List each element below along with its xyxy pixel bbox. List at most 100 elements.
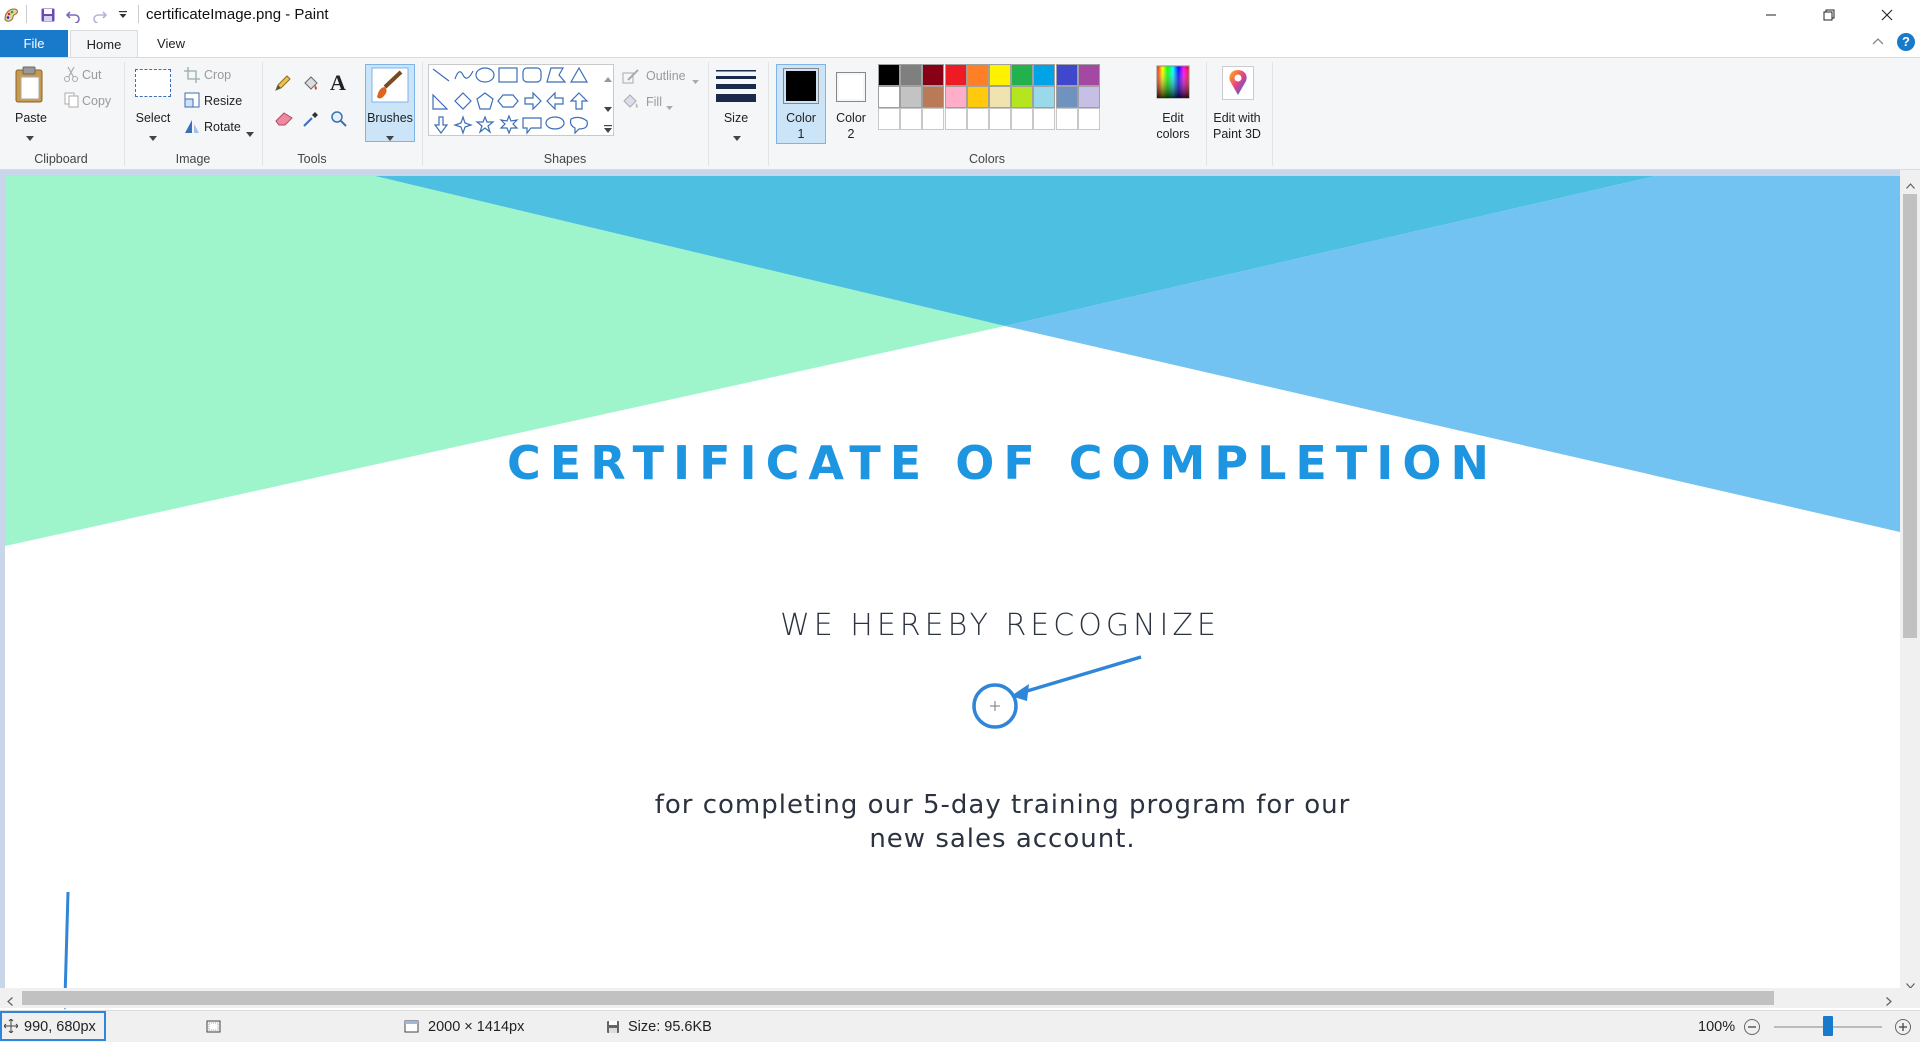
scroll-up-icon[interactable] — [1906, 176, 1915, 192]
resize-button[interactable]: Resize — [204, 94, 242, 108]
vertical-scroll-thumb[interactable] — [1903, 194, 1917, 638]
select-icon[interactable] — [135, 69, 171, 97]
scroll-right-icon[interactable] — [1886, 993, 1892, 1009]
zoom-out-icon[interactable] — [1743, 1018, 1761, 1040]
color2-label[interactable]: Color 2 — [827, 110, 875, 142]
shapes-gallery[interactable] — [428, 64, 614, 136]
save-icon[interactable] — [38, 5, 58, 25]
palette-color-swatch[interactable] — [1077, 108, 1100, 130]
color-picker-icon[interactable] — [302, 110, 320, 131]
rotate-dropdown-icon[interactable] — [246, 125, 254, 141]
help-icon[interactable]: ? — [1897, 33, 1915, 51]
vertical-scrollbar[interactable] — [1900, 170, 1920, 989]
minimize-button[interactable] — [1742, 0, 1800, 30]
palette-color-swatch[interactable] — [1055, 86, 1078, 108]
cut-icon[interactable] — [64, 66, 78, 85]
shapes-scroll-down-icon[interactable] — [604, 100, 612, 116]
size-dropdown-icon[interactable] — [733, 129, 741, 145]
fill-button[interactable]: Fill — [646, 95, 662, 109]
rotate-button[interactable]: Rotate — [204, 120, 241, 134]
palette-color-swatch[interactable] — [1011, 108, 1034, 130]
tab-view[interactable]: View — [150, 30, 192, 58]
palette-color-swatch[interactable] — [900, 108, 923, 130]
palette-color-swatch[interactable] — [1011, 86, 1034, 108]
color1-label[interactable]: Color 1 — [777, 110, 825, 142]
resize-icon[interactable] — [184, 92, 200, 111]
copy-button[interactable]: Copy — [82, 94, 111, 108]
paint-app-icon[interactable] — [2, 5, 20, 25]
pencil-icon[interactable] — [274, 74, 292, 95]
palette-color-swatch[interactable] — [966, 86, 989, 108]
color1-swatch[interactable] — [783, 68, 819, 104]
color2-swatch[interactable] — [836, 72, 866, 102]
palette-color-swatch[interactable] — [922, 64, 945, 86]
horizontal-scrollbar[interactable] — [0, 988, 1900, 1008]
crop-button[interactable]: Crop — [204, 68, 231, 82]
image-canvas[interactable]: CERTIFICATE OF COMPLETION WE HEREBY RECO… — [5, 176, 1900, 988]
palette-color-swatch[interactable] — [1033, 108, 1056, 130]
palette-color-swatch[interactable] — [1077, 64, 1100, 86]
brushes-dropdown-icon[interactable] — [386, 129, 394, 145]
zoom-in-icon[interactable] — [1894, 1018, 1912, 1040]
palette-color-swatch[interactable] — [900, 86, 923, 108]
collapse-ribbon-icon[interactable] — [1871, 35, 1885, 52]
palette-color-swatch[interactable] — [966, 108, 989, 130]
palette-color-swatch[interactable] — [1055, 108, 1078, 130]
canvas-area[interactable]: CERTIFICATE OF COMPLETION WE HEREBY RECO… — [0, 170, 1900, 988]
palette-color-swatch[interactable] — [966, 64, 989, 86]
crop-icon[interactable] — [184, 67, 200, 86]
paste-dropdown-icon[interactable] — [26, 129, 34, 145]
palette-color-swatch[interactable] — [1055, 64, 1078, 86]
undo-icon[interactable] — [63, 5, 83, 25]
palette-color-swatch[interactable] — [878, 64, 900, 86]
magnifier-icon[interactable] — [330, 110, 348, 131]
size-button-label[interactable]: Size — [712, 110, 760, 126]
select-dropdown-icon[interactable] — [149, 129, 157, 145]
paint3d-icon[interactable] — [1222, 66, 1254, 100]
customize-quick-access-icon[interactable] — [116, 5, 130, 25]
scroll-left-icon[interactable] — [7, 993, 13, 1009]
palette-color-swatch[interactable] — [989, 86, 1011, 108]
copy-icon[interactable] — [64, 92, 80, 111]
shapes-expand-icon[interactable] — [604, 120, 612, 136]
palette-color-swatch[interactable] — [1033, 86, 1056, 108]
outline-dropdown-icon[interactable] — [692, 72, 699, 88]
palette-color-swatch[interactable] — [1033, 64, 1056, 86]
fill-icon[interactable] — [622, 93, 640, 112]
paste-icon[interactable] — [12, 66, 48, 109]
fill-dropdown-icon[interactable] — [666, 98, 673, 114]
edit-colors-icon[interactable] — [1156, 65, 1190, 102]
eraser-icon[interactable] — [274, 110, 294, 129]
text-tool-icon[interactable]: A — [330, 70, 346, 96]
cut-button[interactable]: Cut — [82, 68, 101, 82]
paste-button-label[interactable]: Paste — [8, 110, 54, 126]
brushes-label[interactable]: Brushes — [366, 110, 414, 126]
palette-color-swatch[interactable] — [878, 86, 900, 108]
size-icon[interactable] — [716, 70, 756, 107]
edit-colors-label[interactable]: Edit colors — [1148, 110, 1198, 142]
palette-color-swatch[interactable] — [900, 64, 923, 86]
restore-button[interactable] — [1800, 0, 1858, 30]
select-button-label[interactable]: Select — [130, 110, 176, 126]
close-button[interactable] — [1858, 0, 1916, 30]
palette-color-swatch[interactable] — [944, 86, 967, 108]
palette-color-swatch[interactable] — [922, 108, 945, 130]
edit-with-paint3d-label[interactable]: Edit with Paint 3D — [1206, 110, 1268, 142]
rotate-icon[interactable] — [184, 118, 200, 137]
palette-color-swatch[interactable] — [1077, 86, 1100, 108]
horizontal-scroll-thumb[interactable] — [22, 991, 1774, 1005]
outline-icon[interactable] — [622, 68, 640, 87]
palette-color-swatch[interactable] — [1011, 64, 1034, 86]
outline-button[interactable]: Outline — [646, 69, 686, 83]
palette-color-swatch[interactable] — [944, 64, 967, 86]
palette-color-swatch[interactable] — [989, 108, 1011, 130]
palette-color-swatch[interactable] — [944, 108, 967, 130]
tab-file[interactable]: File — [0, 30, 68, 58]
palette-color-swatch[interactable] — [878, 108, 900, 130]
tab-home[interactable]: Home — [70, 30, 138, 58]
zoom-slider-thumb[interactable] — [1823, 1016, 1833, 1036]
brush-icon[interactable] — [371, 67, 409, 106]
shapes-scroll-up-icon[interactable] — [604, 70, 612, 86]
fill-bucket-icon[interactable] — [302, 74, 320, 95]
palette-color-swatch[interactable] — [922, 86, 945, 108]
